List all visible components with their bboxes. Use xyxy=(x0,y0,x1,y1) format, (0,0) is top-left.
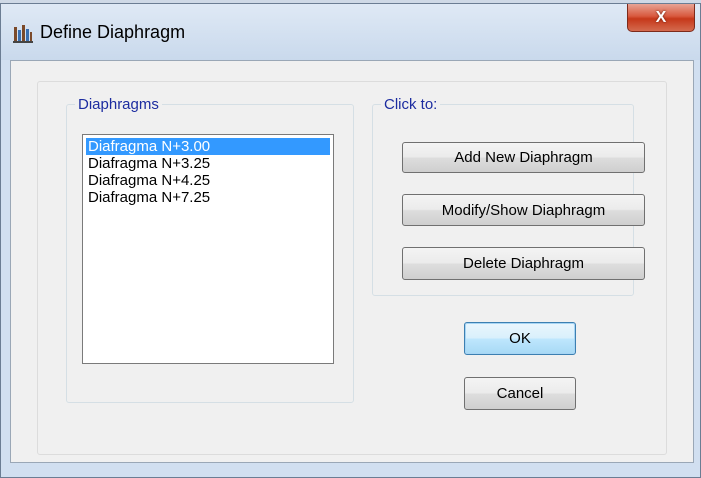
title-bar[interactable]: Define Diaphragm X xyxy=(1,4,700,60)
list-item-3[interactable]: Diafragma N+7.25 xyxy=(86,189,330,206)
add-new-diaphragm-button[interactable]: Add New Diaphragm xyxy=(402,142,645,173)
list-item-0[interactable]: Diafragma N+3.00 xyxy=(86,138,330,155)
window-title: Define Diaphragm xyxy=(40,22,186,42)
click-to-group: Click to: Add New Diaphragm Modify/Show … xyxy=(372,96,645,296)
list-item-2[interactable]: Diafragma N+4.25 xyxy=(86,172,330,189)
delete-diaphragm-button[interactable]: Delete Diaphragm xyxy=(402,247,645,280)
dialog-panel: Diaphragms Diafragma N+3.00 Diafragma N+… xyxy=(37,81,667,455)
list-item-1[interactable]: Diafragma N+3.25 xyxy=(86,155,330,172)
etabs-app-icon xyxy=(13,24,33,44)
define-diaphragm-dialog: Define Diaphragm X Diaphragms Diafragma … xyxy=(0,3,701,478)
diaphragms-group: Diaphragms Diafragma N+3.00 Diafragma N+… xyxy=(66,96,354,403)
close-icon: X xyxy=(655,8,667,26)
click-to-group-label: Click to: xyxy=(381,96,441,113)
close-button[interactable]: X xyxy=(627,4,695,32)
ok-button[interactable]: OK xyxy=(464,322,576,355)
diaphragms-listbox[interactable]: Diafragma N+3.00 Diafragma N+3.25 Diafra… xyxy=(82,134,334,364)
cancel-button[interactable]: Cancel xyxy=(464,377,576,410)
diaphragms-group-label: Diaphragms xyxy=(75,96,162,113)
modify-show-diaphragm-button[interactable]: Modify/Show Diaphragm xyxy=(402,194,645,226)
dialog-client-area: Diaphragms Diafragma N+3.00 Diafragma N+… xyxy=(10,60,694,463)
